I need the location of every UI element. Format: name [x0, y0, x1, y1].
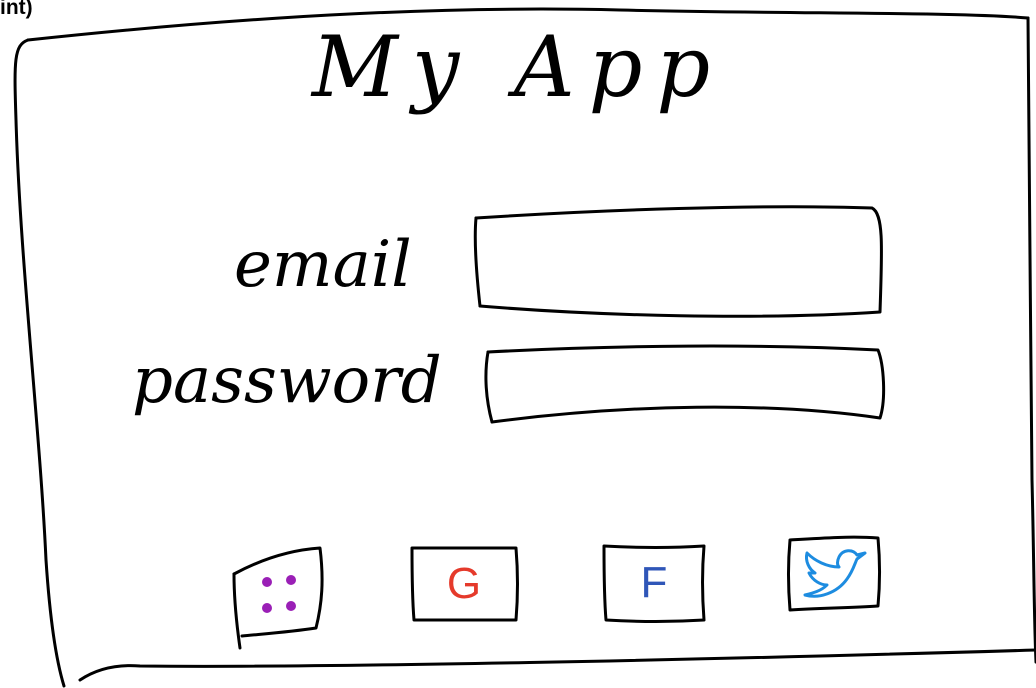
facebook-icon: F: [640, 558, 668, 607]
password-input[interactable]: [496, 356, 870, 416]
four-dots-icon: [262, 575, 296, 613]
email-input[interactable]: [486, 222, 870, 304]
twitter-login-button[interactable]: [792, 542, 876, 606]
email-label: email: [234, 228, 412, 302]
google-icon: G: [446, 559, 482, 608]
password-label: password: [132, 344, 442, 418]
app-title: My App: [311, 18, 725, 116]
twitter-bird-icon: [803, 549, 867, 598]
google-login-button[interactable]: G: [414, 550, 514, 618]
facebook-login-button[interactable]: F: [606, 548, 702, 618]
apps-login-button[interactable]: [238, 552, 320, 636]
